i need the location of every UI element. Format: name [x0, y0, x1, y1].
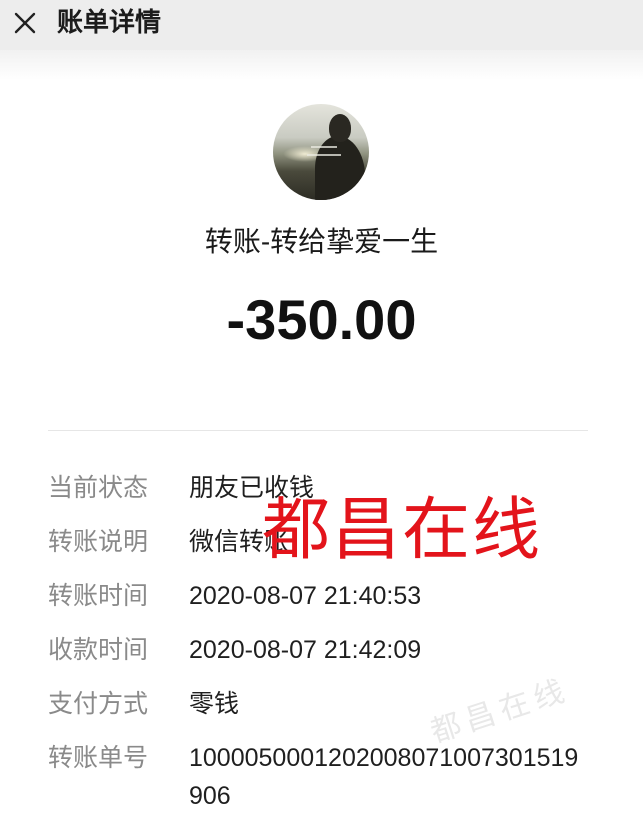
- transfer-title: 转账-转给挚爱一生: [204, 226, 439, 257]
- detail-value: 朋友已收钱: [189, 474, 315, 502]
- detail-label: 当前状态: [48, 474, 149, 502]
- detail-value: 2020-08-07 21:42:09: [189, 636, 422, 664]
- detail-value: 微信转账: [189, 528, 290, 556]
- header-shadow: [0, 50, 643, 80]
- detail-value: 2020-08-07 21:40:53: [189, 582, 422, 610]
- detail-label: 转账时间: [48, 582, 149, 610]
- detail-label: 收款时间: [48, 636, 149, 664]
- detail-row-status: 当前状态 朋友已收钱: [0, 461, 643, 515]
- transfer-amount: -350.00: [226, 288, 417, 351]
- avatar-caption-line: [307, 154, 341, 156]
- avatar-figure-head: [329, 114, 351, 142]
- detail-row-receive-time: 收款时间 2020-08-07 21:42:09: [0, 623, 643, 677]
- page-title: 账单详情: [57, 7, 162, 37]
- detail-value: 零钱: [189, 690, 240, 718]
- close-button[interactable]: [11, 9, 39, 37]
- divider: [48, 430, 588, 431]
- avatar-caption-line: [311, 146, 337, 148]
- detail-label: 转账单号: [48, 744, 149, 772]
- detail-label: 支付方式: [48, 690, 149, 718]
- detail-value[interactable]: 1000050001202008071007301519906: [189, 731, 585, 815]
- avatar[interactable]: [273, 104, 369, 200]
- top-bar: 账单详情: [0, 0, 643, 50]
- detail-row-payment-method: 支付方式 零钱: [0, 677, 643, 731]
- detail-label: 转账说明: [48, 528, 149, 556]
- detail-row-transfer-time: 转账时间 2020-08-07 21:40:53: [0, 569, 643, 623]
- detail-row-transfer-number: 转账单号 1000050001202008071007301519906: [0, 731, 643, 816]
- close-icon: [14, 12, 36, 34]
- detail-row-note: 转账说明 微信转账: [0, 515, 643, 569]
